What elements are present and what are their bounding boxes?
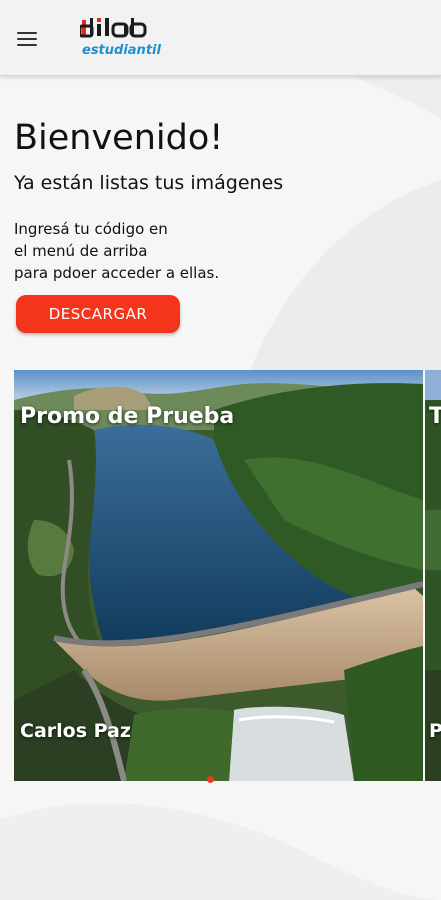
slide-location: Carlos Paz	[20, 720, 131, 742]
slide-location: P	[429, 720, 441, 742]
dilab-logo: estudiantil	[78, 16, 180, 60]
menu-icon[interactable]	[17, 32, 37, 48]
carousel-indicator-dot[interactable]	[207, 776, 214, 783]
instructions-line: el menú de arriba	[14, 242, 148, 260]
logo-graphic: estudiantil	[78, 18, 161, 58]
download-button[interactable]: DESCARGAR	[16, 295, 180, 333]
slide-title: T	[429, 404, 441, 429]
top-app-bar: estudiantil	[0, 0, 441, 76]
slide-title: Promo de Prueba	[20, 404, 235, 429]
carousel-slide-next[interactable]: T P	[425, 370, 441, 781]
instructions-line: Ingresá tu código en	[14, 220, 168, 238]
page-subtitle: Ya están listas tus imágenes	[14, 172, 284, 194]
instructions-text: Ingresá tu código en el menú de arriba p…	[14, 218, 314, 284]
svg-text:estudiantil: estudiantil	[82, 43, 161, 58]
image-carousel[interactable]: Promo de Prueba Carlos Paz T P	[14, 370, 441, 781]
page-title: Bienvenido!	[14, 118, 224, 158]
carousel-slide[interactable]: Promo de Prueba Carlos Paz	[14, 370, 423, 781]
instructions-line: para pdoer acceder a ellas.	[14, 264, 220, 282]
